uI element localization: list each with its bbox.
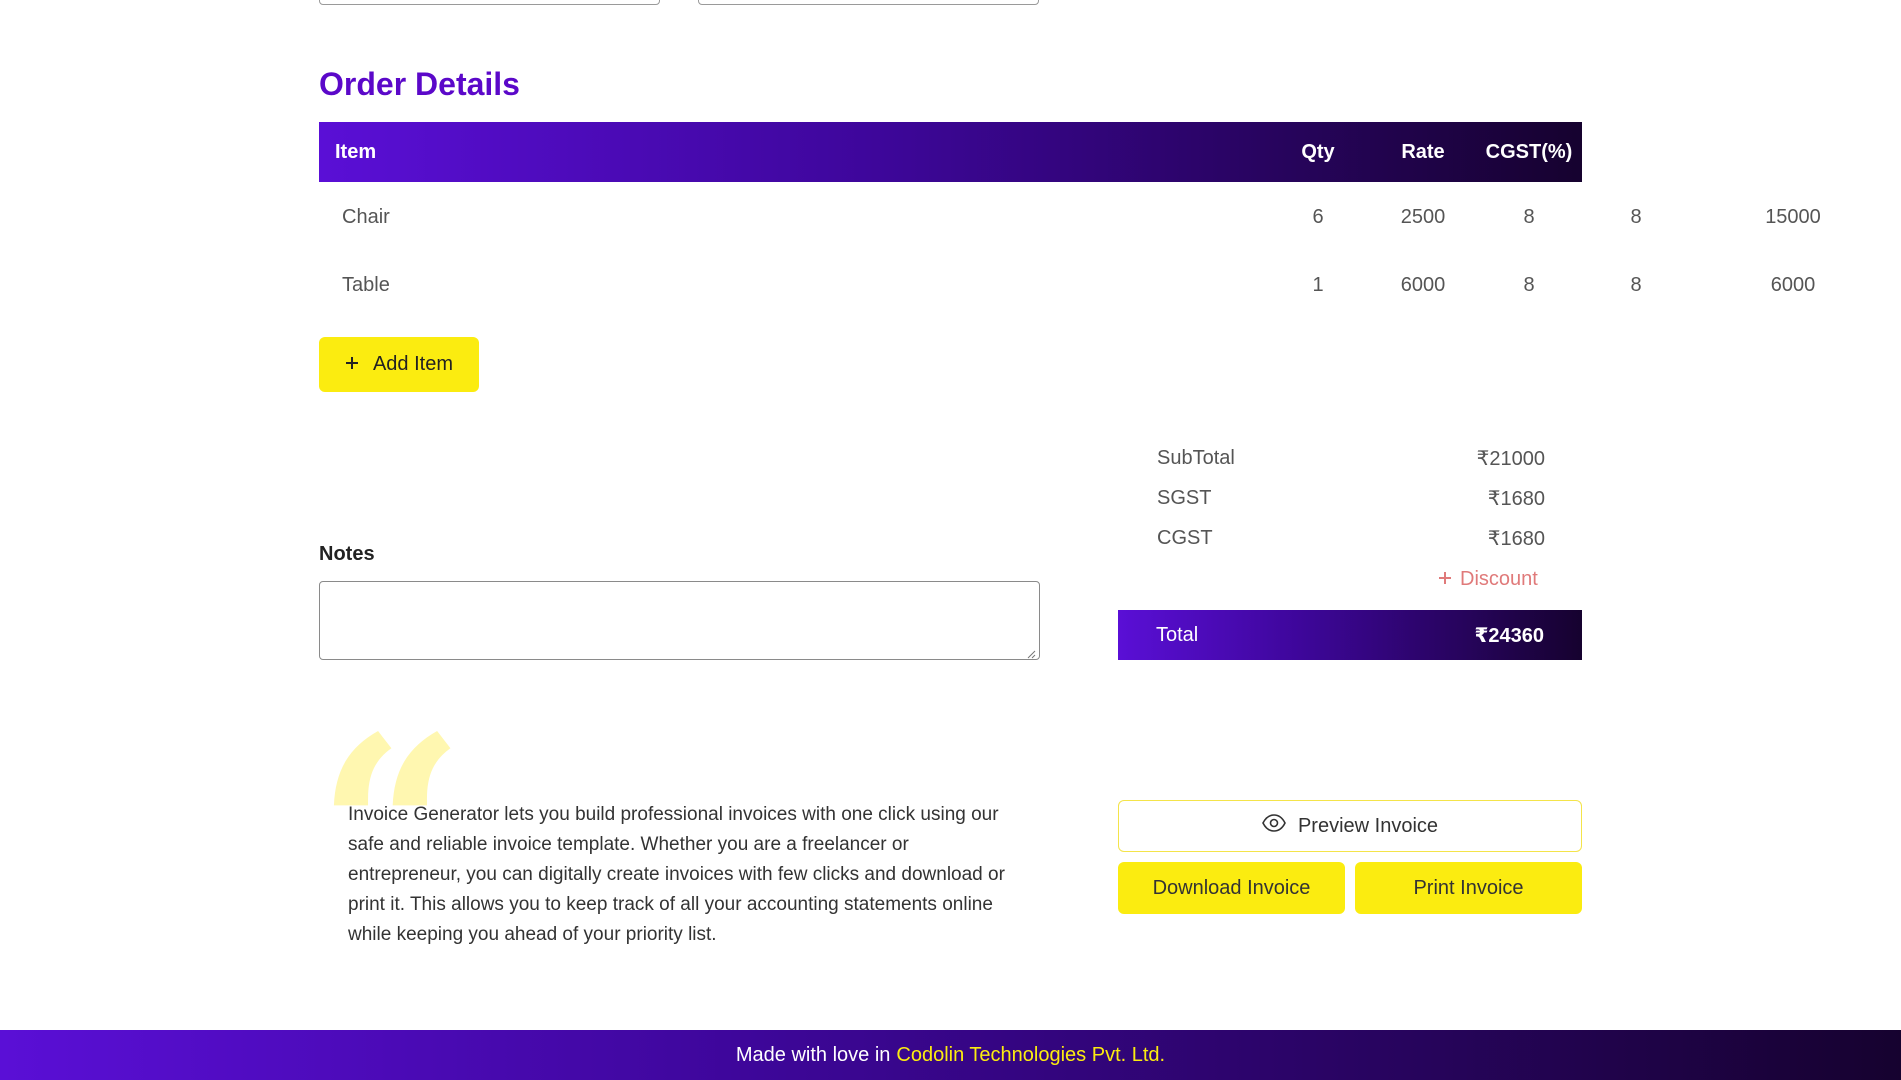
item-qty[interactable]: 1 bbox=[1278, 255, 1358, 315]
order-details-title: Order Details bbox=[319, 66, 520, 102]
plus-icon bbox=[345, 353, 359, 376]
table-row[interactable]: Chair 6 2500 8 8 15000 bbox=[319, 187, 1821, 247]
order-table-header: Item Qty Rate CGST(%) SGST(%) Amount bbox=[319, 122, 1831, 182]
print-invoice-button[interactable]: Print Invoice bbox=[1355, 862, 1582, 914]
item-sgst[interactable]: 8 bbox=[1586, 187, 1686, 247]
resize-handle-icon[interactable] bbox=[1026, 646, 1036, 659]
preview-invoice-button[interactable]: Preview Invoice bbox=[1118, 800, 1582, 852]
footer: Made with love in Codolin Technologies P… bbox=[0, 1030, 1901, 1080]
sgst-value: ₹1680 bbox=[1487, 487, 1545, 510]
sgst-label: SGST bbox=[1157, 486, 1212, 509]
item-qty[interactable]: 6 bbox=[1278, 187, 1358, 247]
company-link[interactable]: Codolin Technologies Pvt. Ltd. bbox=[896, 1044, 1165, 1067]
sgst-row: SGST ₹1680 bbox=[1157, 483, 1545, 513]
column-header-sgst: SGST(%) bbox=[1593, 140, 1679, 163]
add-discount-button[interactable]: Discount bbox=[1438, 568, 1538, 591]
cgst-label: CGST bbox=[1157, 526, 1213, 549]
top-field-2[interactable] bbox=[698, 0, 1039, 5]
item-amount: 6000 bbox=[1770, 273, 1816, 296]
column-header-cgst: CGST(%) bbox=[1485, 140, 1573, 163]
item-rate[interactable]: 6000 bbox=[1383, 255, 1463, 315]
total-bar: Total ₹24360 bbox=[1118, 610, 1582, 660]
item-sgst[interactable]: 8 bbox=[1586, 255, 1686, 315]
preview-label: Preview Invoice bbox=[1297, 814, 1439, 837]
add-item-button[interactable]: Add Item bbox=[319, 337, 479, 392]
add-item-label: Add Item bbox=[372, 353, 454, 375]
item-name[interactable]: Table bbox=[342, 255, 542, 315]
item-amount: 15000 bbox=[1765, 205, 1821, 228]
notes-label: Notes bbox=[319, 543, 375, 565]
discount-label: Discount bbox=[1460, 568, 1538, 590]
item-cgst[interactable]: 8 bbox=[1479, 187, 1579, 247]
top-field-1[interactable] bbox=[319, 0, 660, 5]
total-value: ₹24360 bbox=[1474, 624, 1544, 647]
column-header-item: Item bbox=[335, 140, 377, 163]
item-cgst[interactable]: 8 bbox=[1479, 255, 1579, 315]
cgst-row: CGST ₹1680 bbox=[1157, 523, 1545, 553]
subtotal-row: SubTotal ₹21000 bbox=[1157, 443, 1545, 473]
column-header-qty: Qty bbox=[1301, 140, 1335, 163]
table-row[interactable]: Table 1 6000 8 8 6000 bbox=[319, 255, 1815, 315]
plus-icon bbox=[1438, 568, 1452, 591]
item-rate[interactable]: 2500 bbox=[1383, 187, 1463, 247]
subtotal-label: SubTotal bbox=[1157, 446, 1235, 469]
subtotal-value: ₹21000 bbox=[1476, 447, 1545, 470]
cgst-value: ₹1680 bbox=[1487, 527, 1545, 550]
column-header-amount: Amount bbox=[1755, 140, 1831, 163]
eye-icon bbox=[1262, 814, 1286, 838]
item-name[interactable]: Chair bbox=[342, 187, 542, 247]
download-invoice-button[interactable]: Download Invoice bbox=[1118, 862, 1345, 914]
total-label: Total bbox=[1156, 623, 1199, 646]
column-header-rate: Rate bbox=[1401, 140, 1445, 163]
notes-textarea[interactable] bbox=[319, 581, 1040, 660]
footer-prefix: Made with love in bbox=[735, 1043, 891, 1066]
about-description: Invoice Generator lets you build profess… bbox=[348, 804, 1005, 945]
